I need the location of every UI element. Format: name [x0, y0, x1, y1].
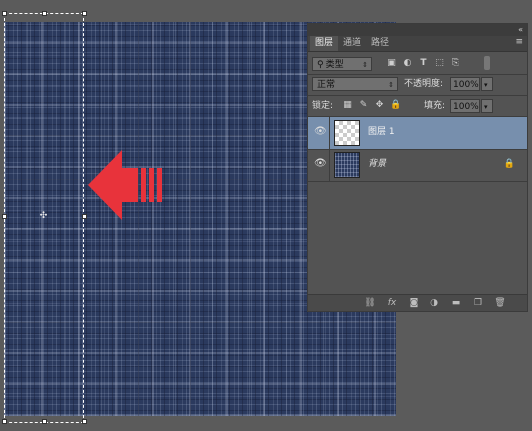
layer-name: 图层 1 — [368, 127, 395, 137]
search-icon: ⚲ — [317, 60, 324, 70]
chevron-down-icon: ▾ — [484, 103, 488, 111]
panel-menu-icon[interactable]: ≡ — [515, 37, 523, 47]
filter-kind-label: 类型 — [325, 60, 344, 70]
transform-handle-top-left[interactable] — [2, 11, 7, 16]
eye-icon[interactable]: 👁 — [314, 159, 327, 169]
transform-handle-bottom-left[interactable] — [2, 419, 7, 424]
left-arrow-icon — [88, 150, 162, 220]
panel-bottom-bar: ⛓ fx ◙ ◑ ▬ ❐ 🗑 — [308, 294, 527, 311]
link-layers-icon[interactable]: ⛓ — [364, 297, 376, 309]
layer-row-1[interactable]: 👁 图层 1 — [308, 117, 527, 150]
opacity-input[interactable]: 100% — [450, 77, 480, 91]
new-layer-icon[interactable]: ❐ — [472, 297, 484, 309]
transform-handle-top-right[interactable] — [82, 11, 87, 16]
fill-input[interactable]: 100% — [450, 99, 480, 113]
delete-layer-icon[interactable]: 🗑 — [494, 297, 506, 309]
fill-label: 填充: — [424, 101, 446, 111]
shape-filter-icon[interactable]: ⬚ — [434, 58, 445, 69]
blend-mode-value: 正常 — [317, 80, 336, 90]
fx-icon[interactable]: fx — [386, 297, 398, 309]
layers-list: 👁 图层 1 👁 背景 🔒 — [308, 117, 527, 182]
dropdown-icon: ⇕ — [362, 61, 368, 69]
lock-row: 锁定: ▦ ✎ ✥ 🔒 填充: 100% ▾ — [308, 96, 527, 116]
tab-channels[interactable]: 通道 — [338, 36, 366, 51]
lock-transparent-icon[interactable]: ▦ — [342, 100, 353, 111]
fill-dropdown-button[interactable]: ▾ — [481, 99, 493, 113]
eye-icon[interactable]: 👁 — [314, 127, 327, 137]
lock-icon: 🔒 — [503, 159, 515, 169]
blend-mode-select[interactable]: 正常 ⇕ — [312, 77, 398, 91]
transform-handle-middle-left[interactable] — [2, 214, 7, 219]
lock-image-icon[interactable]: ✎ — [358, 100, 369, 111]
transform-handle-bottom-right[interactable] — [82, 419, 87, 424]
layer-row-background[interactable]: 👁 背景 🔒 — [308, 149, 527, 182]
panel-title-bar[interactable]: « — [308, 24, 527, 36]
transform-handle-middle-right[interactable] — [82, 214, 87, 219]
lock-position-icon[interactable]: ✥ — [374, 100, 385, 111]
filter-kind-select[interactable]: ⚲ 类型 ⇕ — [312, 57, 372, 71]
filter-toggle-icon[interactable] — [484, 56, 490, 70]
fill-value: 100% — [453, 102, 479, 112]
type-filter-icon[interactable]: T — [418, 58, 429, 69]
panel-tabs: 图层 通道 路径 ≡ — [308, 36, 527, 52]
filter-row: ⚲ 类型 ⇕ ▣ ◐ T ⬚ ⎘ — [308, 55, 527, 73]
opacity-dropdown-button[interactable]: ▾ — [481, 77, 493, 91]
smart-object-filter-icon[interactable]: ⎘ — [450, 58, 461, 69]
layer-name: 背景 — [368, 159, 387, 169]
blend-row: 正常 ⇕ 不透明度: 100% ▾ — [308, 76, 527, 94]
transform-center-icon[interactable]: ✣ — [39, 212, 48, 221]
tab-layers[interactable]: 图层 — [310, 36, 339, 51]
dropdown-icon: ⇕ — [388, 81, 394, 89]
adjustment-filter-icon[interactable]: ◐ — [402, 58, 413, 69]
adjustment-layer-icon[interactable]: ◑ — [428, 297, 440, 309]
add-mask-icon[interactable]: ◙ — [408, 297, 420, 309]
image-filter-icon[interactable]: ▣ — [386, 58, 397, 69]
collapse-icon[interactable]: « — [518, 24, 523, 36]
tab-paths[interactable]: 路径 — [366, 36, 394, 51]
layers-panel: « 图层 通道 路径 ≡ ⚲ 类型 ⇕ ▣ ◐ T ⬚ ⎘ 正常 ⇕ 不透明度: … — [307, 23, 528, 312]
lock-label: 锁定: — [312, 101, 334, 111]
lock-all-icon[interactable]: 🔒 — [390, 100, 401, 111]
layer-thumbnail — [334, 152, 360, 178]
layer-thumbnail — [334, 120, 360, 146]
chevron-down-icon: ▾ — [484, 81, 488, 89]
opacity-value: 100% — [453, 80, 479, 90]
new-group-icon[interactable]: ▬ — [450, 297, 462, 309]
opacity-label: 不透明度: — [404, 79, 444, 89]
transform-handle-bottom-center[interactable] — [42, 419, 47, 424]
transform-handle-top-center[interactable] — [42, 11, 47, 16]
